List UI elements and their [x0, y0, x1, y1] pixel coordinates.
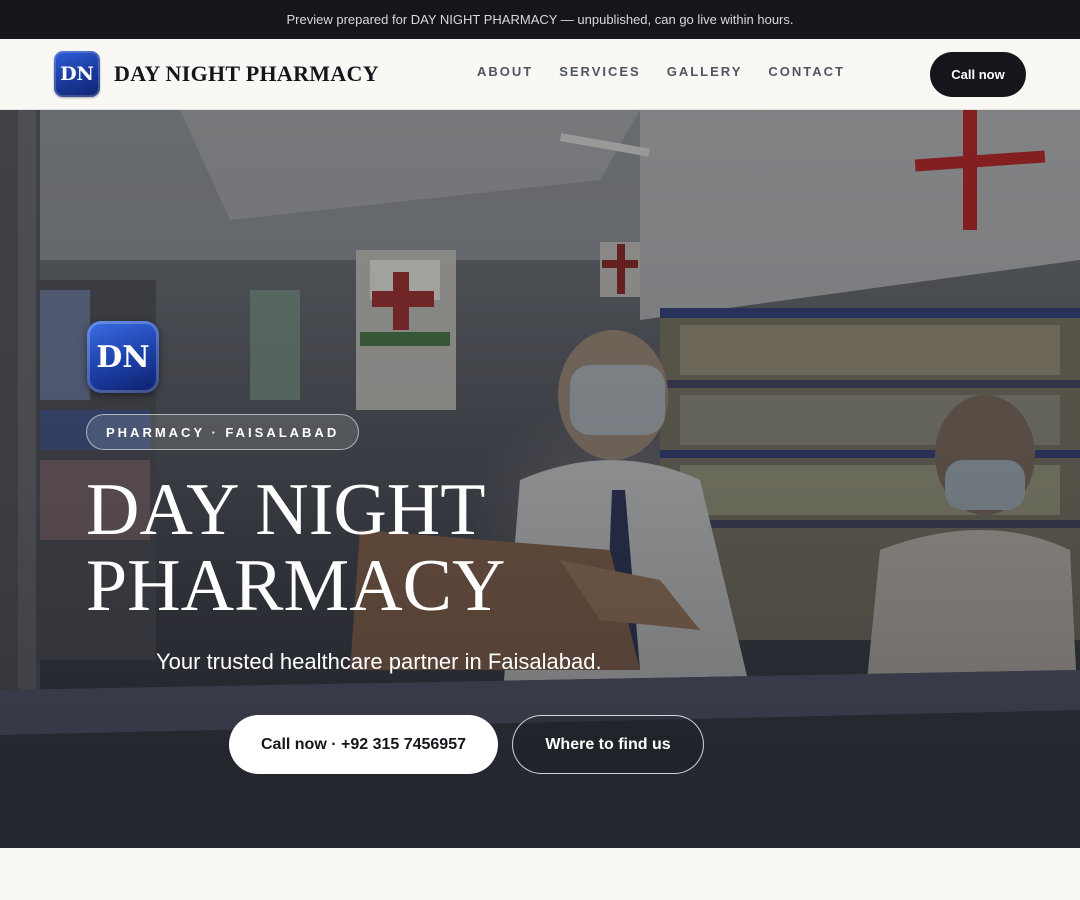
preview-banner: Preview prepared for DAY NIGHT PHARMACY …	[0, 0, 1080, 39]
hero-title-line2: PHARMACY	[86, 545, 506, 627]
hero-title: DAY NIGHT PHARMACY	[86, 472, 686, 624]
nav-link-about[interactable]: ABOUT	[477, 64, 533, 79]
hero-subtitle: Your trusted healthcare partner in Faisa…	[156, 649, 602, 674]
logo-icon[interactable]: DN	[54, 51, 100, 97]
main-nav: ABOUT SERVICES GALLERY CONTACT	[477, 64, 845, 79]
site-header: DN DAY NIGHT PHARMACY ABOUT SERVICES GAL…	[0, 39, 1080, 110]
nav-link-gallery[interactable]: GALLERY	[667, 64, 743, 79]
preview-banner-text: Preview prepared for DAY NIGHT PHARMACY …	[286, 12, 794, 27]
call-phone-button[interactable]: Call now · +92 315 7456957	[229, 715, 498, 774]
nav-link-services[interactable]: SERVICES	[559, 64, 641, 79]
hero-logo-icon: DN	[87, 321, 159, 393]
hero-title-line1: DAY NIGHT	[86, 469, 486, 551]
location-badge: PHARMACY · FAISALABAD	[86, 414, 360, 450]
call-now-button[interactable]: Call now	[930, 52, 1026, 97]
find-us-button[interactable]: Where to find us	[512, 715, 704, 774]
nav-link-contact[interactable]: CONTACT	[768, 64, 845, 79]
hero-section: DN PHARMACY · FAISALABAD DAY NIGHT PHARM…	[0, 110, 1080, 848]
brand-name[interactable]: DAY NIGHT PHARMACY	[114, 61, 379, 87]
